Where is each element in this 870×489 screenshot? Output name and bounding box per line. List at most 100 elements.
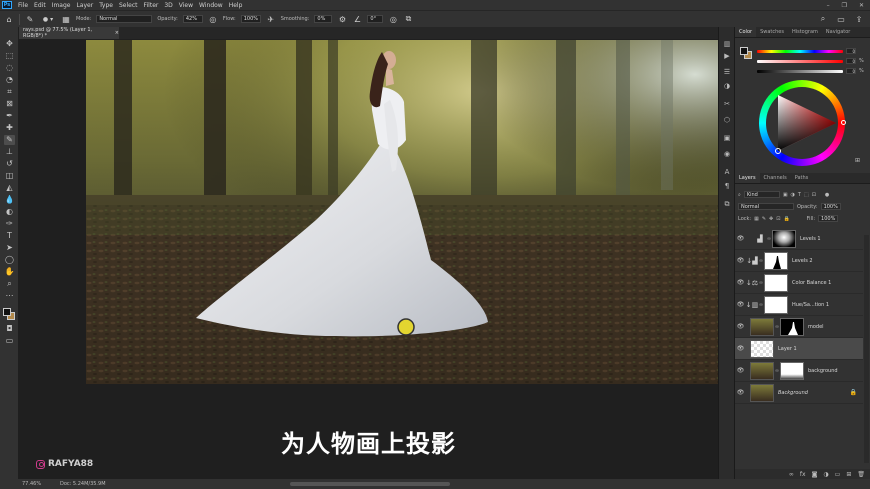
airbrush-icon[interactable]: ✈ [266,14,276,24]
filter-pixel-icon[interactable]: ▣ [783,192,788,198]
path-selection-tool-icon[interactable]: ➤ [4,243,15,253]
lasso-tool-icon[interactable]: ◌ [4,63,15,73]
history-brush-tool-icon[interactable]: ↺ [4,159,15,169]
lock-transparent-icon[interactable]: ▦ [754,216,759,222]
layer-name[interactable]: background [808,368,838,374]
visibility-eye-icon[interactable]: 👁 [735,235,746,242]
link-layers-icon[interactable]: ∞ [789,471,794,478]
type-tool-icon[interactable]: T [4,231,15,241]
foreground-color-swatch[interactable] [3,308,11,316]
share-icon[interactable]: ⇪ [854,14,864,24]
horizontal-scrollbar[interactable] [290,482,450,486]
visibility-eye-icon[interactable]: 👁 [735,279,746,286]
clone-source-icon[interactable]: ⧉ [722,199,732,209]
libraries-panel-icon[interactable]: ▣ [722,133,732,143]
search-icon[interactable]: ⌕ [818,14,828,24]
symmetry-icon[interactable]: ⧉ [403,14,413,24]
layer-hue-saturation-1[interactable]: 👁 ↓▥ ∞ Hue/Sa...tion 1 [735,294,863,316]
brightness-value[interactable]: 0 [846,68,856,74]
lock-all-icon[interactable]: 🔒 [783,216,789,222]
menu-layer[interactable]: Layer [73,2,96,9]
frame-tool-icon[interactable]: ⊠ [4,99,15,109]
visibility-eye-icon[interactable]: 👁 [735,323,746,330]
layer-levels-1[interactable]: 👁 ▟ ∞ Levels 1 [735,228,863,250]
hue-slider-row[interactable]: 0 [757,48,859,54]
move-tool-icon[interactable]: ✥ [4,39,15,49]
visibility-eye-icon[interactable]: 👁 [735,257,746,264]
layer-name[interactable]: Background [778,390,808,396]
lock-position-icon[interactable]: ✥ [769,216,773,222]
layer-name[interactable]: Levels 1 [800,236,821,242]
lock-artboard-icon[interactable]: ⊡ [776,216,780,222]
smoothing-field[interactable]: 0% [314,15,333,23]
pen-tool-icon[interactable]: ✑ [4,219,15,229]
healing-brush-tool-icon[interactable]: ✚ [4,123,15,133]
3d-panel-icon[interactable]: ⬡ [722,115,732,125]
new-layer-icon[interactable]: ⊞ [846,471,851,478]
layer-thumbnail[interactable] [750,383,774,402]
eyedropper-tool-icon[interactable]: ✒ [4,111,15,121]
brush-settings-panel-icon[interactable]: ▦ [61,14,71,24]
layer-mask-thumbnail[interactable] [764,251,788,270]
flow-field[interactable]: 100% [240,15,261,23]
layer-name[interactable]: Hue/Sa...tion 1 [792,302,829,308]
delete-layer-icon[interactable]: 🗑 [857,471,865,478]
visibility-eye-icon[interactable]: 👁 [735,301,746,308]
saturation-value[interactable]: 0 [846,58,856,64]
tab-color[interactable]: Color [735,27,757,37]
properties-panel-icon[interactable]: ☰ [722,67,732,77]
color-panel-foreground-swatch[interactable] [740,47,748,55]
layer-mask-thumbnail[interactable] [780,317,804,336]
smoothing-gear-icon[interactable]: ⚙ [337,14,347,24]
color-triangle[interactable] [766,87,838,159]
adjustments-panel-icon[interactable]: ◑ [722,81,732,91]
filter-toggle-icon[interactable]: ● [825,192,829,198]
color-panel-expand-icon[interactable]: ⊞ [855,157,860,164]
hand-tool-icon[interactable]: ✋ [4,267,15,277]
tab-swatches[interactable]: Swatches [756,27,788,37]
filter-adjustment-icon[interactable]: ◑ [791,192,795,198]
menu-3d[interactable]: 3D [161,2,175,9]
workspace-icon[interactable]: ▭ [836,14,846,24]
layer-model[interactable]: 👁 ∞ model [735,316,863,338]
tab-channels[interactable]: Channels [760,173,791,183]
hue-marker[interactable] [841,120,846,125]
crop-tool-icon[interactable]: ⌗ [4,87,15,97]
minimize-button[interactable]: – [827,2,830,9]
menu-edit[interactable]: Edit [31,2,49,9]
tools-presets-icon[interactable]: ✂ [722,99,732,109]
layer-layer-1[interactable]: 👁 Layer 1 [735,338,863,360]
tab-navigator[interactable]: Navigator [822,27,854,37]
menu-image[interactable]: Image [49,2,74,9]
layer-background-copy[interactable]: 👁 ∞ background [735,360,863,382]
canvas-area[interactable]: 为人物画上投影 RAFYA88 [19,39,727,479]
pressure-opacity-icon[interactable]: ◎ [208,14,218,24]
blur-tool-icon[interactable]: 💧 [4,195,15,205]
layers-scrollbar[interactable] [864,235,869,463]
quick-selection-tool-icon[interactable]: ◔ [4,75,15,85]
brush-tool-icon[interactable]: ✎ [25,14,35,24]
zoom-level[interactable]: 77.46% [22,481,41,487]
more-tools-icon[interactable]: ⋯ [4,291,15,301]
layer-color-balance-1[interactable]: 👁 ↓⚖ ∞ Color Balance 1 [735,272,863,294]
maximize-button[interactable]: ❐ [842,2,847,9]
home-icon[interactable]: ⌂ [4,14,14,24]
angle-field[interactable]: 0° [367,15,384,23]
filter-kind-select[interactable]: Kind [743,191,780,198]
shape-tool-icon[interactable]: ◯ [4,255,15,265]
layer-opacity-field[interactable]: 100% [820,203,841,210]
color-wheel[interactable] [759,80,846,166]
brush-tool-icon[interactable]: ✎ [4,135,15,145]
layer-fill-field[interactable]: 100% [818,215,839,222]
menu-select[interactable]: Select [116,2,141,9]
close-tab-icon[interactable]: × [115,30,119,36]
layer-style-icon[interactable]: fx [800,471,806,478]
menu-file[interactable]: File [15,2,31,9]
document-size[interactable]: Doc: 5.24M/35.9M [60,481,106,487]
layer-name[interactable]: Levels 2 [792,258,813,264]
paragraph-panel-icon[interactable]: ¶ [722,181,732,191]
layer-lock-icon[interactable]: 🔒 [850,389,857,396]
zoom-tool-icon[interactable]: ⌕ [4,279,15,289]
history-panel-icon[interactable]: ▥ [722,39,732,49]
saturation-slider-row[interactable]: 0 % [757,58,864,64]
